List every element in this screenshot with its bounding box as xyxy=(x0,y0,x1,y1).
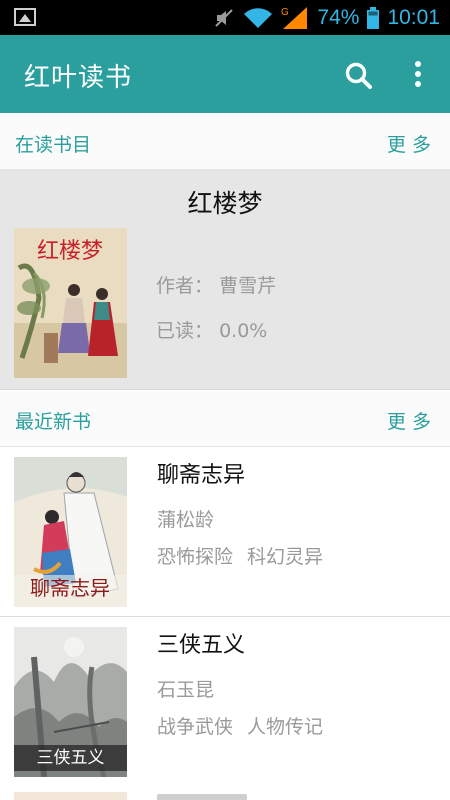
battery-percent: 74% xyxy=(317,5,360,29)
status-bar: G 74% 10:01 xyxy=(0,0,450,35)
reading-more-link[interactable]: 更多 xyxy=(387,130,437,157)
book-author: 石玉昆 xyxy=(157,679,215,701)
book-title: 聊斋志异 xyxy=(157,463,246,488)
new-books-section-label: 最近新书 xyxy=(15,411,92,433)
cover-art-hongloumeng: 红楼梦 xyxy=(14,228,127,378)
read-label: 已读： xyxy=(156,320,214,342)
overflow-menu-button[interactable] xyxy=(405,57,431,93)
cover-art-liaozhai: 聊斋志异 xyxy=(14,457,127,607)
book-tags: 恐怖探险 科幻灵异 xyxy=(157,542,323,569)
wifi-icon xyxy=(244,7,273,28)
book-tag: 科幻灵异 xyxy=(247,546,324,568)
author-name: 曹雪芹 xyxy=(219,275,277,297)
network-type-label: G xyxy=(281,7,289,18)
search-button[interactable] xyxy=(342,59,376,93)
book-cover-partial xyxy=(14,792,127,800)
reading-section-header: 在读书目 更多 xyxy=(0,114,450,170)
progress-line: 已读： 0.0% xyxy=(156,316,267,343)
app-bar: 红叶读书 xyxy=(0,35,450,113)
book-author: 蒲松龄 xyxy=(157,509,215,531)
book-list-item[interactable]: 聊斋志异 聊斋志异 蒲松龄 恐怖探险 科幻灵异 xyxy=(0,447,450,617)
app-title: 红叶读书 xyxy=(24,63,133,93)
image-notification-icon xyxy=(14,8,36,26)
book-tags: 战争武侠 人物传记 xyxy=(157,712,323,739)
cover-title-text: 红楼梦 xyxy=(37,239,103,264)
reading-section-label: 在读书目 xyxy=(15,134,92,156)
mute-icon xyxy=(215,8,234,27)
book-list-item-partial[interactable] xyxy=(0,786,450,800)
book-title-partial xyxy=(157,794,247,800)
author-label: 作者： xyxy=(156,275,214,297)
more-vertical-icon xyxy=(415,61,421,87)
cover-title-text: 聊斋志异 xyxy=(30,576,110,600)
author-line: 作者： 曹雪芹 xyxy=(156,271,276,298)
current-book-title: 红楼梦 xyxy=(187,189,263,218)
current-book-cover[interactable]: 红楼梦 xyxy=(14,228,127,378)
new-books-section-header: 最近新书 更多 xyxy=(0,391,450,447)
book-title: 三侠五义 xyxy=(157,633,246,658)
status-icons: G 74% 10:01 xyxy=(213,0,440,35)
book-tag: 战争武侠 xyxy=(157,716,234,738)
book-list-item[interactable]: 三侠五义 三侠五义 石玉昆 战争武侠 人物传记 xyxy=(0,617,450,787)
new-books-more-link[interactable]: 更多 xyxy=(387,407,437,434)
cover-caption: 三侠五义 xyxy=(14,745,127,771)
battery-icon xyxy=(367,6,380,29)
current-reading-card[interactable]: 红楼梦 红楼梦 作者： 曹雪芹 已读： 0.0% xyxy=(0,170,450,390)
read-progress: 0.0% xyxy=(219,320,268,342)
clock: 10:01 xyxy=(387,5,440,29)
search-icon xyxy=(345,62,372,89)
book-cover[interactable]: 聊斋志异 xyxy=(14,457,127,607)
book-tag: 人物传记 xyxy=(247,716,324,738)
cell-signal-icon: G xyxy=(281,6,308,29)
book-cover[interactable]: 三侠五义 xyxy=(14,627,127,777)
book-tag: 恐怖探险 xyxy=(157,546,234,568)
